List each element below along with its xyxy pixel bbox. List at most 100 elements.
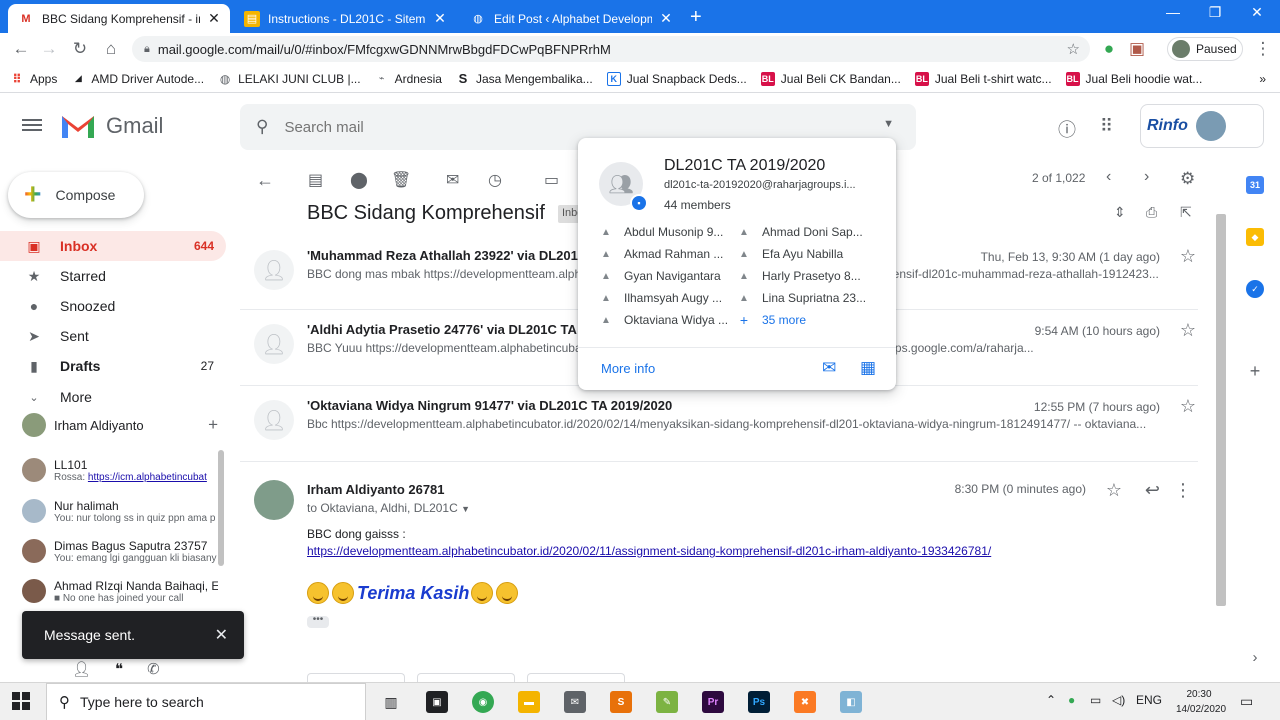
calendar-event-icon[interactable]: ▦ xyxy=(860,358,876,378)
language-indicator[interactable]: ENG xyxy=(1136,693,1162,707)
star-icon[interactable]: ☆ xyxy=(1180,396,1196,417)
bookmark-item[interactable]: ⌁ Ardnesia xyxy=(375,72,442,86)
tray-volume-icon[interactable]: ◁) xyxy=(1112,693,1125,707)
photoshop-icon[interactable]: Ps xyxy=(748,691,770,713)
keep-icon[interactable]: ◆ xyxy=(1246,228,1264,246)
member-item[interactable]: ▲ Oktaviana Widya ... xyxy=(600,311,736,329)
mail-app-icon[interactable]: ✉ xyxy=(564,691,586,713)
address-bar[interactable]: 🔒︎ mail.google.com/mail/u/0/#inbox/FMfcg… xyxy=(132,36,1090,62)
snooze-icon[interactable]: ◷ xyxy=(488,170,502,190)
bookmark-star-icon[interactable]: ☆ xyxy=(1067,40,1080,58)
member-item[interactable]: ▲ Ahmad Doni Sap... xyxy=(738,223,874,241)
reply-icon[interactable]: ↩ xyxy=(1145,480,1160,501)
bookmark-item[interactable]: BL Jual Beli hoodie wat... xyxy=(1065,71,1202,86)
browser-menu-icon[interactable]: ⋮ xyxy=(1252,38,1274,60)
new-tab-button[interactable]: + xyxy=(690,6,702,29)
message-link[interactable]: https://developmentteam.alphabetincubato… xyxy=(307,544,991,558)
tasks-icon[interactable]: ✓ xyxy=(1246,280,1264,298)
member-item[interactable]: ▲ Ilhamsyah Augy ... xyxy=(600,289,736,307)
calendar-icon[interactable]: 31 xyxy=(1246,176,1264,194)
window-close-button[interactable]: ✕ xyxy=(1234,4,1280,21)
chat-item[interactable]: Nur halimah You: nur tolong ss in quiz p… xyxy=(22,493,218,529)
bookmark-item[interactable]: BL Jual Beli t-shirt watc... xyxy=(914,71,1052,86)
tray-network-icon[interactable]: ▭ xyxy=(1090,693,1101,707)
hangouts-self[interactable]: Irham Aldiyanto + xyxy=(22,412,222,438)
close-icon[interactable]: ✕ xyxy=(658,10,674,27)
chevron-right-icon[interactable]: › xyxy=(1246,648,1264,666)
expand-all-icon[interactable]: ⇕ xyxy=(1114,204,1126,221)
bookmark-item[interactable]: S Jasa Mengembalika... xyxy=(456,71,593,86)
forward-arrow-icon[interactable]: → xyxy=(38,38,60,60)
star-icon[interactable]: ☆ xyxy=(1180,246,1196,267)
chat-item[interactable]: Ahmad RIzqi Nanda Baihaqi, E ■ No one ha… xyxy=(22,573,218,609)
file-explorer-icon[interactable]: ▬ xyxy=(518,691,540,713)
chevron-right-icon[interactable]: › xyxy=(1144,168,1149,186)
extension-globe-icon[interactable]: ● xyxy=(1098,38,1120,60)
member-item[interactable]: ▲ Lina Supriatna 23... xyxy=(738,289,874,307)
chrome-icon[interactable]: ◉ xyxy=(472,691,494,713)
bookmarks-overflow-icon[interactable]: » xyxy=(1259,72,1266,86)
sidebar-item-sent[interactable]: ➤ Sent xyxy=(0,321,226,351)
add-chat-icon[interactable]: + xyxy=(208,415,218,435)
close-icon[interactable]: ✕ xyxy=(432,10,448,27)
premiere-icon[interactable]: Pr xyxy=(702,691,724,713)
apps-grid-icon[interactable]: ⠿ xyxy=(1100,116,1113,137)
sublime-icon[interactable]: S xyxy=(610,691,632,713)
member-item[interactable]: ▲ Akmad Rahman ... xyxy=(600,245,736,263)
tray-chevron-icon[interactable]: ⌃ xyxy=(1046,693,1056,707)
member-item[interactable]: ▲ Efa Ayu Nabilla xyxy=(738,245,874,263)
taskbar-search[interactable]: ⚲ Type here to search xyxy=(46,683,366,720)
bookmark-item[interactable]: BL Jual Beli CK Bandan... xyxy=(760,71,901,86)
message-row[interactable]: 👤︎ 'Oktaviana Widya Ningrum 91477' via D… xyxy=(240,386,1198,462)
main-scrollbar[interactable] xyxy=(1216,214,1226,606)
profile-paused-chip[interactable]: Paused xyxy=(1167,37,1243,61)
delete-icon[interactable]: 🗑︎ xyxy=(391,170,411,190)
tab-gmail[interactable]: M BBC Sidang Komprehensif - irhar ✕ xyxy=(8,4,230,33)
more-info-link[interactable]: More info xyxy=(601,361,655,376)
tray-antivirus-icon[interactable]: ● xyxy=(1068,693,1075,707)
gmail-logo[interactable]: Gmail xyxy=(60,112,163,140)
chat-item[interactable]: LL101 Rossa: https://icm.alphabetincubat xyxy=(22,452,218,488)
store-icon[interactable]: ▣ xyxy=(426,691,448,713)
task-view-icon[interactable]: ▥ xyxy=(380,691,402,713)
more-members-link[interactable]: +35 more xyxy=(738,311,874,329)
bookmark-item[interactable]: ◍ LELAKI JUNI CLUB |... xyxy=(218,72,361,86)
extension-pdf-icon[interactable]: ▣ xyxy=(1126,38,1148,60)
close-icon[interactable]: ✕ xyxy=(206,10,222,27)
sidebar-item-starred[interactable]: ★ Starred xyxy=(0,261,226,291)
move-to-icon[interactable]: ▭ xyxy=(544,170,559,190)
star-icon[interactable]: ☆ xyxy=(1106,480,1122,501)
chat-link[interactable]: https://icm.alphabetincubat xyxy=(88,472,207,483)
close-icon[interactable]: ✕ xyxy=(215,625,228,645)
report-spam-icon[interactable]: ⬤ xyxy=(350,170,368,190)
main-menu-icon[interactable] xyxy=(22,116,42,136)
tab-instructions[interactable]: ▤ Instructions - DL201C - Sitem Ba ✕ xyxy=(234,4,456,33)
home-icon[interactable]: ⌂ xyxy=(100,38,122,60)
member-item[interactable]: ▲ Abdul Musonip 9... xyxy=(600,223,736,241)
maximize-button[interactable]: ❐ xyxy=(1192,4,1238,21)
reload-icon[interactable]: ↻ xyxy=(69,38,91,60)
mail-icon[interactable]: ✉ xyxy=(822,358,836,378)
search-icon[interactable]: ⚲ xyxy=(256,117,268,137)
chevron-left-icon[interactable]: ‹ xyxy=(1106,168,1111,186)
sidebar-item-more[interactable]: ⌄ More xyxy=(0,382,226,412)
bookmark-item[interactable]: ⠿ Apps xyxy=(10,72,57,86)
notifications-icon[interactable]: ▭ xyxy=(1240,693,1253,710)
sidebar-item-inbox[interactable]: ▣ Inbox 644 xyxy=(0,231,226,261)
minimize-button[interactable]: — xyxy=(1150,4,1196,20)
notepadpp-icon[interactable]: ✎ xyxy=(656,691,678,713)
star-icon[interactable]: ☆ xyxy=(1180,320,1196,341)
sidebar-scrollbar[interactable] xyxy=(218,450,224,566)
person-icon[interactable]: 👤︎ xyxy=(72,660,91,678)
bookmark-item[interactable]: ◢ AMD Driver Autode... xyxy=(71,72,204,86)
message-recipients[interactable]: to Oktaviana, Aldhi, DL201C ▼ xyxy=(307,501,470,515)
chat-item[interactable]: Dimas Bagus Saputra 23757 You: emang lgi… xyxy=(22,533,218,569)
add-addon-icon[interactable]: + xyxy=(1246,361,1264,381)
back-arrow-icon[interactable]: ← xyxy=(10,38,32,60)
account-chip[interactable]: Rinfo xyxy=(1140,104,1264,148)
print-icon[interactable]: ⎙ xyxy=(1146,204,1157,221)
sidebar-item-snoozed[interactable]: ● Snoozed xyxy=(0,291,226,321)
help-icon[interactable]: ⓘ xyxy=(1058,116,1076,142)
sidebar-item-drafts[interactable]: ▮ Drafts 27 xyxy=(0,351,226,381)
mark-unread-icon[interactable]: ✉ xyxy=(446,170,459,190)
